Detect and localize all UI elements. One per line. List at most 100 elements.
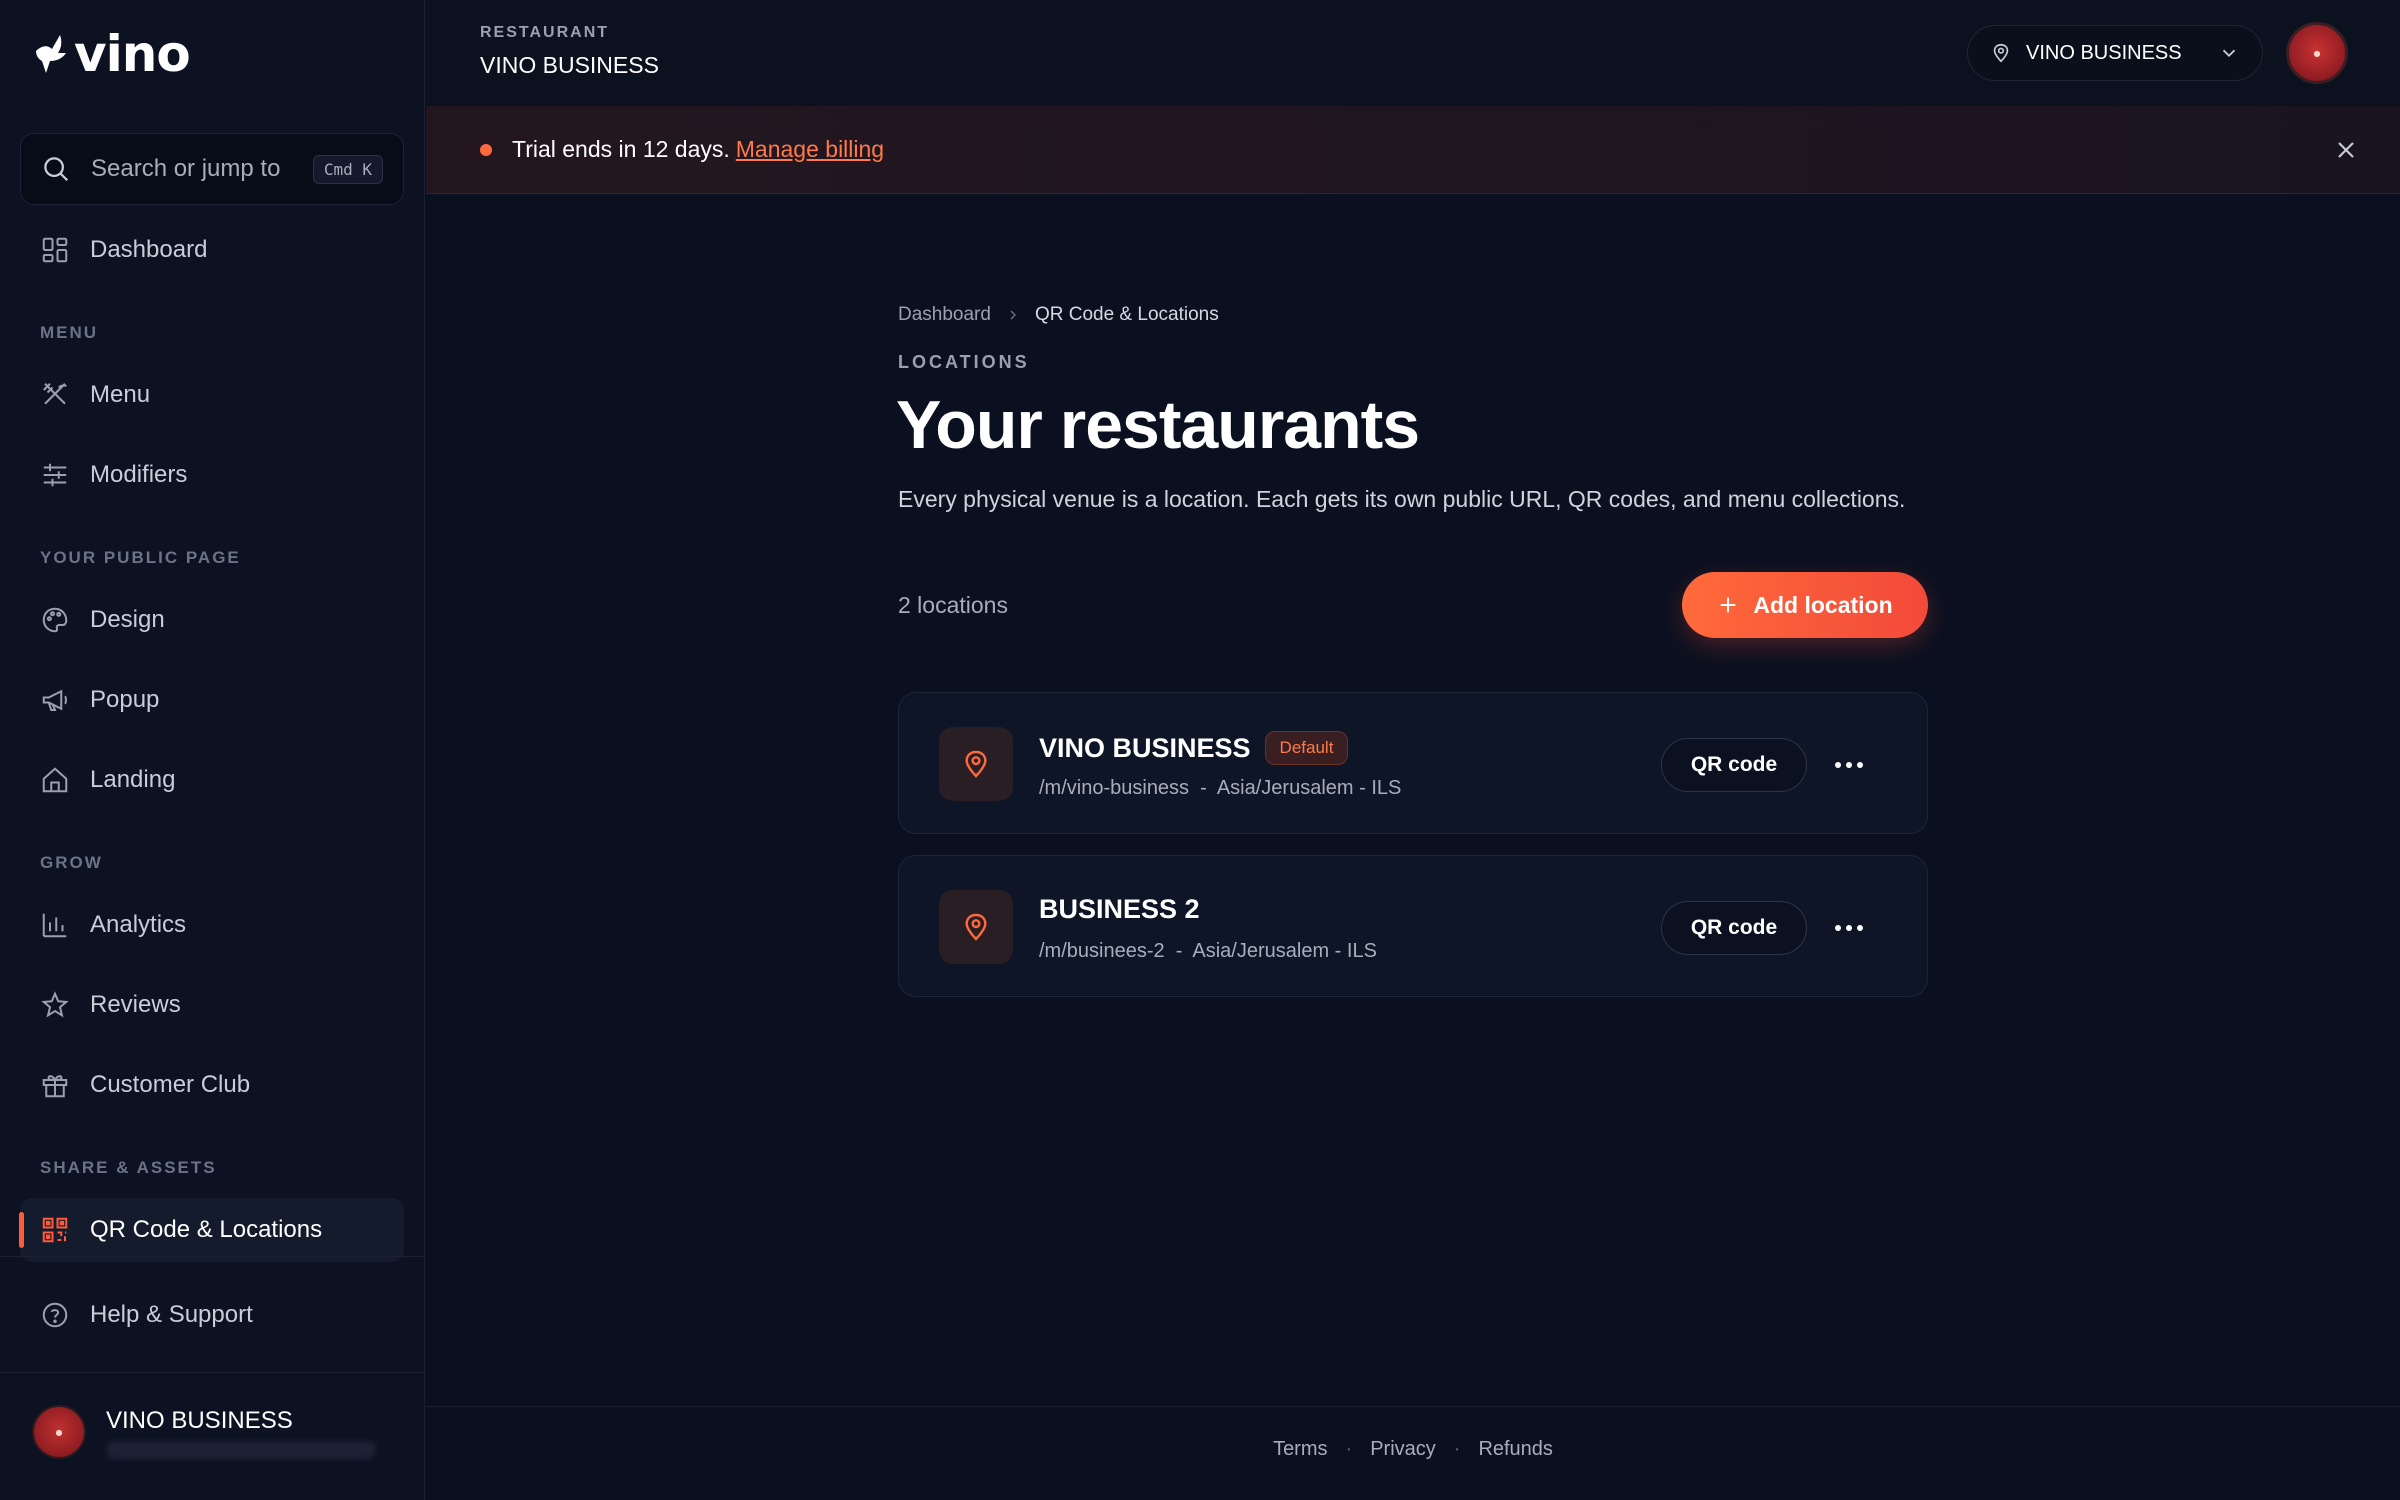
footer-link-privacy[interactable]: Privacy — [1370, 1438, 1436, 1461]
breadcrumb-current: QR Code & Locations — [1034, 304, 1219, 325]
footer-separator: · — [1345, 1438, 1353, 1460]
search-icon — [44, 157, 69, 182]
section-label-grow: GROW — [40, 853, 103, 872]
sidebar-divider — [0, 1372, 425, 1373]
default-badge: Default — [1264, 731, 1349, 765]
chevron-right-icon — [1010, 310, 1016, 320]
location-select[interactable]: VINO BUSINESS — [1967, 25, 2263, 81]
sidebar-item-reviews[interactable]: Reviews — [20, 973, 404, 1037]
footer-link-refunds[interactable]: Refunds — [1478, 1438, 1553, 1461]
sidebar-item-menu[interactable]: Menu — [20, 363, 404, 427]
manage-billing-link[interactable]: Manage billing — [736, 136, 884, 163]
sidebar-item-landing[interactable]: Landing — [20, 748, 404, 812]
location-card[interactable]: VINO BUSINESS Default /m/vino-business -… — [898, 692, 1928, 834]
grid-icon — [42, 237, 68, 263]
location-card[interactable]: BUSINESS 2 /m/businees-2 - Asia/Jerusale… — [898, 855, 1928, 997]
location-count: 2 locations — [898, 592, 1008, 618]
sidebar-item-label: Reviews — [90, 991, 181, 1018]
trial-text: Trial ends in 12 days. — [512, 136, 730, 162]
location-icon-box — [939, 727, 1013, 801]
user-profile[interactable]: ● VINO BUSINESS — [32, 1405, 376, 1459]
header-title: VINO BUSINESS — [480, 52, 659, 78]
palette-icon — [42, 607, 68, 633]
active-indicator — [19, 1212, 24, 1248]
bar-chart-icon — [42, 913, 67, 938]
avatar[interactable]: ● — [2286, 22, 2348, 84]
page-subtitle: Every physical venue is a location. Each… — [898, 486, 1906, 512]
header-eyebrow: RESTAURANT — [480, 24, 610, 41]
sidebar-item-label: Menu — [90, 381, 151, 408]
sidebar-item-analytics[interactable]: Analytics — [20, 893, 404, 957]
sidebar: vino Search or jump to Cmd K Dashboard M… — [0, 0, 425, 1500]
add-location-label: Add location — [1753, 591, 1893, 618]
plus-icon — [1721, 597, 1736, 613]
sidebar-item-dashboard[interactable]: Dashboard — [20, 218, 404, 282]
sidebar-item-label: Help & Support — [90, 1301, 253, 1328]
home-icon — [42, 767, 68, 793]
section-label-menu: MENU — [40, 323, 99, 342]
sidebar-item-design[interactable]: Design — [20, 588, 404, 652]
more-options-button[interactable] — [1829, 908, 1869, 948]
sidebar-item-label: QR Code & Locations — [90, 1216, 323, 1243]
sidebar-item-popup[interactable]: Popup — [20, 668, 404, 732]
qr-code-button[interactable]: QR code — [1661, 901, 1807, 955]
more-horizontal-icon — [1835, 762, 1863, 768]
trial-banner: Trial ends in 12 days. Manage billing — [426, 106, 2400, 194]
status-dot — [480, 143, 492, 156]
main-content: Dashboard QR Code & Locations LOCATIONS … — [426, 194, 2400, 1406]
sidebar-item-customer-club[interactable]: Customer Club — [20, 1053, 404, 1117]
breadcrumb-dashboard[interactable]: Dashboard — [898, 304, 991, 326]
user-email-redacted — [106, 1441, 376, 1459]
footer-separator: · — [1453, 1438, 1461, 1460]
footer: Terms · Privacy · Refunds — [426, 1438, 2400, 1461]
star-icon — [41, 991, 69, 1018]
location-select-value: VINO BUSINESS — [2026, 41, 2182, 64]
qr-code-icon — [42, 1217, 68, 1243]
sidebar-item-label: Landing — [90, 766, 176, 793]
sliders-icon — [43, 463, 67, 487]
megaphone-icon — [42, 689, 67, 711]
footer-divider — [426, 1406, 2400, 1407]
section-label-share: SHARE & ASSETS — [40, 1158, 217, 1177]
bird-logo-icon — [36, 35, 66, 73]
breadcrumb: Dashboard QR Code & Locations — [898, 304, 1219, 326]
gift-icon — [42, 1075, 68, 1098]
map-pin-icon — [965, 913, 987, 941]
location-meta: /m/businees-2 - Asia/Jerusalem - ILS — [1039, 940, 1377, 962]
sidebar-item-label: Popup — [90, 686, 160, 713]
help-circle-icon — [42, 1302, 68, 1328]
location-name-text: BUSINESS 2 — [1039, 894, 1200, 924]
location-name-text: VINO BUSINESS — [1039, 732, 1251, 763]
location-meta: /m/vino-business - Asia/Jerusalem - ILS — [1039, 777, 1402, 799]
sidebar-item-label: Customer Club — [90, 1071, 251, 1098]
page-title: Your restaurants — [896, 387, 1420, 463]
footer-link-terms[interactable]: Terms — [1273, 1438, 1327, 1461]
sidebar-item-qr-locations[interactable]: QR Code & Locations — [19, 1198, 404, 1262]
add-location-button[interactable]: Add location — [1682, 572, 1928, 638]
map-pin-icon — [965, 750, 987, 778]
section-label-public-page: YOUR PUBLIC PAGE — [40, 548, 241, 567]
location-name: VINO BUSINESS Default — [1039, 731, 1349, 765]
sidebar-item-label: Design — [90, 606, 165, 633]
search-placeholder: Search or jump to — [91, 155, 281, 182]
search-shortcut: Cmd K — [312, 154, 383, 184]
location-name: BUSINESS 2 — [1039, 894, 1200, 925]
search-box[interactable]: Search or jump to Cmd K — [20, 133, 404, 205]
utensils-icon — [43, 383, 67, 405]
sidebar-item-label: Modifiers — [90, 461, 188, 488]
location-icon-box — [939, 890, 1013, 964]
more-options-button[interactable] — [1829, 745, 1869, 785]
top-bar: RESTAURANT VINO BUSINESS VINO BUSINESS ● — [426, 0, 2400, 106]
sidebar-item-help[interactable]: Help & Support — [20, 1283, 404, 1347]
sidebar-item-modifiers[interactable]: Modifiers — [20, 443, 404, 507]
qr-code-button[interactable]: QR code — [1661, 738, 1807, 792]
section-eyebrow: LOCATIONS — [898, 352, 1030, 372]
user-name: VINO BUSINESS — [106, 1407, 293, 1434]
logo-text: vino — [74, 25, 191, 83]
chevron-down-icon — [2222, 49, 2236, 58]
sidebar-item-label: Dashboard — [90, 236, 208, 263]
avatar: ● — [32, 1405, 86, 1459]
close-icon[interactable] — [2332, 136, 2360, 164]
more-horizontal-icon — [1835, 925, 1863, 931]
logo[interactable]: vino — [32, 25, 191, 83]
